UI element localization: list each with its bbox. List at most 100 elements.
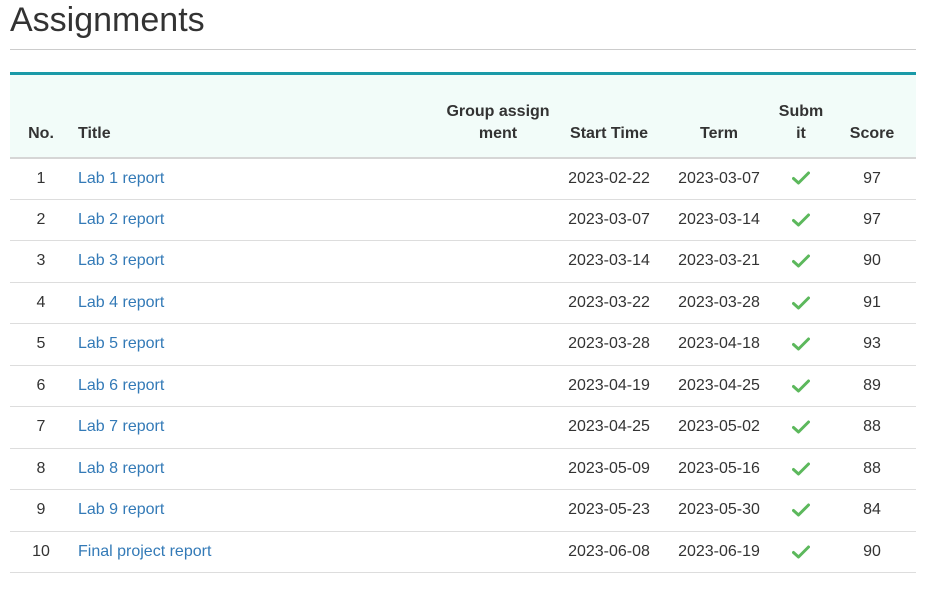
assignments-table: No. Title Group assignment Start Time Te… <box>10 72 916 573</box>
start-time-text: 2023-03-28 <box>568 335 650 353</box>
table-row: 4 Lab 4 report 2023-03-22 2023-03-28 91 <box>10 282 916 324</box>
row-submit-status <box>774 157 828 200</box>
row-term: 2023-05-30 <box>664 489 774 532</box>
score-text: 93 <box>863 335 881 353</box>
row-number-text: 1 <box>36 169 46 187</box>
term-text: 2023-06-19 <box>678 542 760 560</box>
row-score: 93 <box>828 323 916 366</box>
row-number: 5 <box>10 323 72 366</box>
row-title-cell: Lab 9 report <box>72 489 442 532</box>
row-number: 7 <box>10 406 72 449</box>
start-time-text: 2023-02-22 <box>568 169 650 187</box>
row-start-time: 2023-04-25 <box>554 406 664 449</box>
header-title: Title <box>72 72 442 159</box>
row-term: 2023-03-07 <box>664 157 774 200</box>
row-title-cell: Lab 5 report <box>72 323 442 366</box>
row-number-text: 7 <box>36 418 46 436</box>
row-number-text: 5 <box>36 335 46 353</box>
header-no: No. <box>10 72 72 159</box>
assignments-page: Assignments No. Title Group assignment S… <box>10 0 916 573</box>
term-text: 2023-03-21 <box>678 252 760 270</box>
term-text: 2023-03-28 <box>678 293 760 311</box>
row-submit-status <box>774 531 828 573</box>
term-text: 2023-03-14 <box>678 210 760 228</box>
page-title: Assignments <box>10 0 916 50</box>
assignment-title-link[interactable]: Lab 8 report <box>78 460 164 477</box>
row-score: 84 <box>828 489 916 532</box>
row-group-assignment <box>442 365 554 407</box>
row-score: 88 <box>828 406 916 449</box>
term-text: 2023-05-30 <box>678 501 760 519</box>
row-title-cell: Lab 1 report <box>72 157 442 200</box>
row-term: 2023-04-18 <box>664 323 774 366</box>
row-number: 9 <box>10 489 72 532</box>
check-icon <box>792 337 810 351</box>
start-time-text: 2023-03-14 <box>568 252 650 270</box>
row-score: 91 <box>828 282 916 324</box>
check-icon <box>792 462 810 476</box>
score-text: 97 <box>863 169 881 187</box>
table-row: 5 Lab 5 report 2023-03-28 2023-04-18 93 <box>10 323 916 366</box>
term-text: 2023-04-25 <box>678 376 760 394</box>
table-row: 10 Final project report 2023-06-08 2023-… <box>10 531 916 573</box>
row-number-text: 10 <box>32 542 50 560</box>
assignment-title-link[interactable]: Lab 3 report <box>78 252 164 269</box>
row-term: 2023-03-14 <box>664 199 774 241</box>
row-submit-status <box>774 240 828 283</box>
row-number: 10 <box>10 531 72 573</box>
row-title-cell: Lab 7 report <box>72 406 442 449</box>
header-group-assignment: Group assignment <box>442 72 554 159</box>
row-title-cell: Lab 6 report <box>72 365 442 407</box>
assignment-title-link[interactable]: Lab 5 report <box>78 335 164 352</box>
term-text: 2023-05-02 <box>678 418 760 436</box>
row-score: 90 <box>828 240 916 283</box>
row-number: 1 <box>10 157 72 200</box>
row-start-time: 2023-03-14 <box>554 240 664 283</box>
row-group-assignment <box>442 406 554 449</box>
row-number-text: 3 <box>36 252 46 270</box>
assignment-title-link[interactable]: Lab 1 report <box>78 170 164 187</box>
row-start-time: 2023-06-08 <box>554 531 664 573</box>
start-time-text: 2023-03-22 <box>568 293 650 311</box>
row-start-time: 2023-05-09 <box>554 448 664 490</box>
table-row: 2 Lab 2 report 2023-03-07 2023-03-14 97 <box>10 199 916 241</box>
assignment-title-link[interactable]: Lab 6 report <box>78 377 164 394</box>
row-submit-status <box>774 282 828 324</box>
row-number-text: 4 <box>36 293 46 311</box>
row-score: 88 <box>828 448 916 490</box>
term-text: 2023-04-18 <box>678 335 760 353</box>
row-start-time: 2023-03-28 <box>554 323 664 366</box>
row-number: 6 <box>10 365 72 407</box>
check-icon <box>792 254 810 268</box>
score-text: 90 <box>863 252 881 270</box>
row-title-cell: Lab 4 report <box>72 282 442 324</box>
assignment-title-link[interactable]: Lab 2 report <box>78 211 164 228</box>
row-number-text: 9 <box>36 501 46 519</box>
row-submit-status <box>774 406 828 449</box>
assignment-title-link[interactable]: Final project report <box>78 543 211 560</box>
start-time-text: 2023-05-09 <box>568 459 650 477</box>
row-title-cell: Lab 8 report <box>72 448 442 490</box>
header-term: Term <box>664 72 774 159</box>
header-score: Score <box>828 72 916 159</box>
row-group-assignment <box>442 199 554 241</box>
start-time-text: 2023-04-25 <box>568 418 650 436</box>
assignment-title-link[interactable]: Lab 7 report <box>78 418 164 435</box>
assignment-title-link[interactable]: Lab 9 report <box>78 501 164 518</box>
row-submit-status <box>774 489 828 532</box>
row-term: 2023-05-16 <box>664 448 774 490</box>
header-submit: Submit <box>774 72 828 159</box>
assignment-title-link[interactable]: Lab 4 report <box>78 294 164 311</box>
check-icon <box>792 296 810 310</box>
row-term: 2023-04-25 <box>664 365 774 407</box>
row-score: 90 <box>828 531 916 573</box>
row-start-time: 2023-05-23 <box>554 489 664 532</box>
row-score: 97 <box>828 157 916 200</box>
row-term: 2023-05-02 <box>664 406 774 449</box>
row-number: 2 <box>10 199 72 241</box>
term-text: 2023-05-16 <box>678 459 760 477</box>
row-submit-status <box>774 323 828 366</box>
check-icon <box>792 171 810 185</box>
score-text: 88 <box>863 418 881 436</box>
row-submit-status <box>774 365 828 407</box>
